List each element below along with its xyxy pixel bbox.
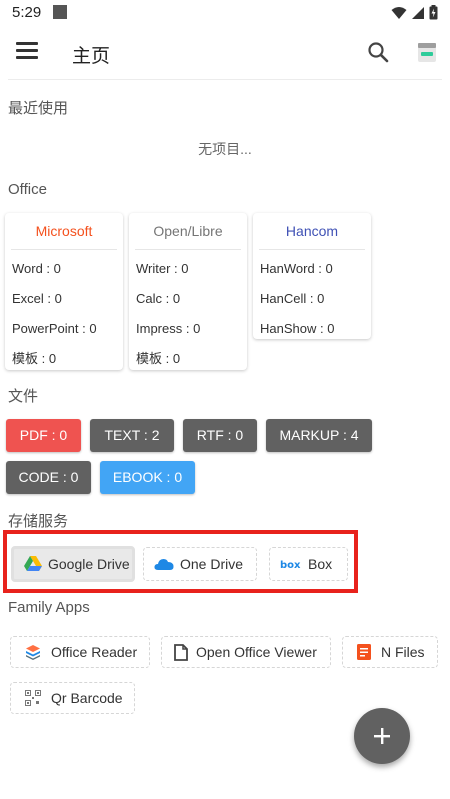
openlibre-template-count[interactable]: 模板 : 0 [129,344,247,374]
pdf-chip[interactable]: PDF : 0 [6,419,81,452]
markup-chip[interactable]: MARKUP : 4 [266,419,372,452]
rtf-chip[interactable]: RTF : 0 [183,419,257,452]
box-label: Box [308,556,333,572]
excel-count[interactable]: Excel : 0 [5,284,123,314]
writer-count[interactable]: Writer : 0 [129,254,247,284]
plus-icon [374,728,390,744]
calc-count[interactable]: Calc : 0 [129,284,247,314]
microsoft-card: Microsoft Word : 0 Excel : 0 PowerPoint … [5,213,123,370]
word-count[interactable]: Word : 0 [5,254,123,284]
office-reader-icon [25,644,41,660]
signal-icon [412,6,424,19]
recent-section-title: 最近使用 [8,100,69,117]
wifi-icon [391,6,407,19]
open-office-viewer-label: Open Office Viewer [196,644,317,660]
one-drive-button[interactable]: One Drive [143,547,257,581]
code-chip[interactable]: CODE : 0 [6,461,91,494]
text-chip[interactable]: TEXT : 2 [90,419,174,452]
onedrive-icon [154,557,174,571]
office-section-title: Office [8,181,47,198]
hancell-count[interactable]: HanCell : 0 [253,284,371,314]
box-button[interactable]: box Box [269,547,348,581]
ebook-chip[interactable]: EBOOK : 0 [100,461,195,494]
status-bar: 5:29 [0,0,450,26]
status-icons [391,5,438,20]
document-icon [174,643,188,661]
battery-icon [429,5,438,20]
app-logo-icon[interactable] [416,40,438,64]
n-files-button[interactable]: N Files [342,636,438,668]
recent-empty-text: 无项目... [198,141,252,157]
microsoft-card-header[interactable]: Microsoft [11,213,117,250]
storage-section-title: 存储服务 [8,513,69,530]
box-icon: box [280,558,302,570]
hancom-card: Hancom HanWord : 0 HanCell : 0 HanShow :… [253,213,371,339]
impress-count[interactable]: Impress : 0 [129,314,247,344]
qr-barcode-label: Qr Barcode [51,690,123,706]
hancom-card-header[interactable]: Hancom [259,213,365,250]
notification-icon [53,5,67,19]
search-icon[interactable] [366,40,390,64]
hanword-count[interactable]: HanWord : 0 [253,254,371,284]
family-section-title: Family Apps [8,599,90,616]
n-files-label: N Files [381,644,425,660]
google-drive-icon [24,556,42,572]
open-office-viewer-button[interactable]: Open Office Viewer [161,636,331,668]
google-drive-label: Google Drive [48,556,130,572]
hanshow-count[interactable]: HanShow : 0 [253,314,371,344]
openlibre-card: Open/Libre Writer : 0 Calc : 0 Impress :… [129,213,247,370]
one-drive-label: One Drive [180,556,244,572]
office-reader-button[interactable]: Office Reader [10,636,150,668]
page-title: 主页 [72,46,111,67]
menu-icon[interactable] [16,42,38,60]
powerpoint-count[interactable]: PowerPoint : 0 [5,314,123,344]
google-drive-button[interactable]: Google Drive [11,546,135,582]
status-time: 5:29 [12,4,42,21]
qr-barcode-button[interactable]: Qr Barcode [10,682,135,714]
n-files-icon [357,644,371,660]
app-bar: 主页 [0,26,450,80]
qr-code-icon [25,690,41,706]
office-reader-label: Office Reader [51,644,138,660]
add-fab-button[interactable] [354,708,410,764]
svg-text:box: box [280,560,301,570]
divider [8,79,442,80]
files-section-title: 文件 [8,388,39,405]
openlibre-card-header[interactable]: Open/Libre [135,213,241,250]
microsoft-template-count[interactable]: 模板 : 0 [5,344,123,374]
